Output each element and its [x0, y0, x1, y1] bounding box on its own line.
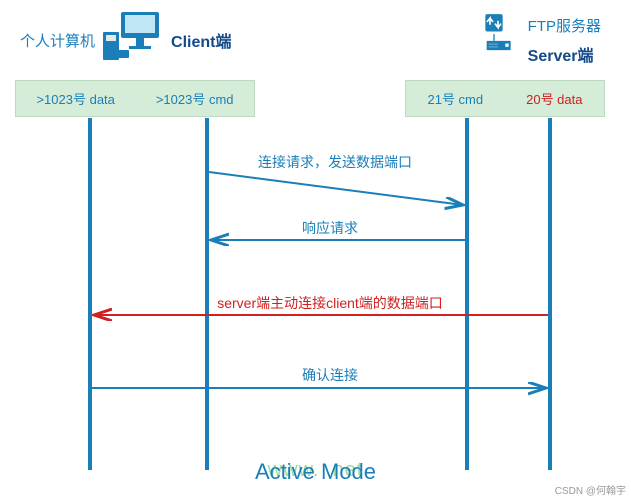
client-port-cmd: >1023号 cmd	[156, 89, 234, 108]
server-port-data: 20号 data	[526, 89, 582, 108]
client-header: 个人计算机 Client端	[20, 10, 231, 70]
lifeline-server-data	[548, 118, 552, 470]
msg-server-connect: server端主动连接client端的数据端口	[170, 293, 490, 313]
msg-response: 响应请求	[280, 218, 380, 238]
client-port-data: >1023号 data	[36, 89, 114, 108]
msg-connect-request: 连接请求，发送数据端口	[225, 152, 445, 172]
lifeline-client-data	[88, 118, 92, 470]
server-label-cn: FTP服务器	[528, 15, 601, 36]
server-header: FTP服务器 Server端	[472, 10, 601, 70]
server-icon	[480, 10, 520, 70]
server-label-en: Server端	[528, 42, 601, 66]
client-ports-box: >1023号 data >1023号 cmd	[15, 80, 255, 117]
client-label-cn: 个人计算机	[20, 30, 95, 51]
msg-confirm: 确认连接	[280, 365, 380, 385]
arrows-layer	[0, 0, 631, 500]
watermark-author: CSDN @何翰宇	[555, 482, 626, 497]
diagram-title: Active Mode	[0, 459, 631, 485]
server-port-cmd: 21号 cmd	[427, 89, 483, 108]
server-ports-box: 21号 cmd 20号 data	[405, 80, 605, 117]
computer-icon	[103, 10, 163, 70]
client-label-en: Client端	[171, 28, 231, 52]
